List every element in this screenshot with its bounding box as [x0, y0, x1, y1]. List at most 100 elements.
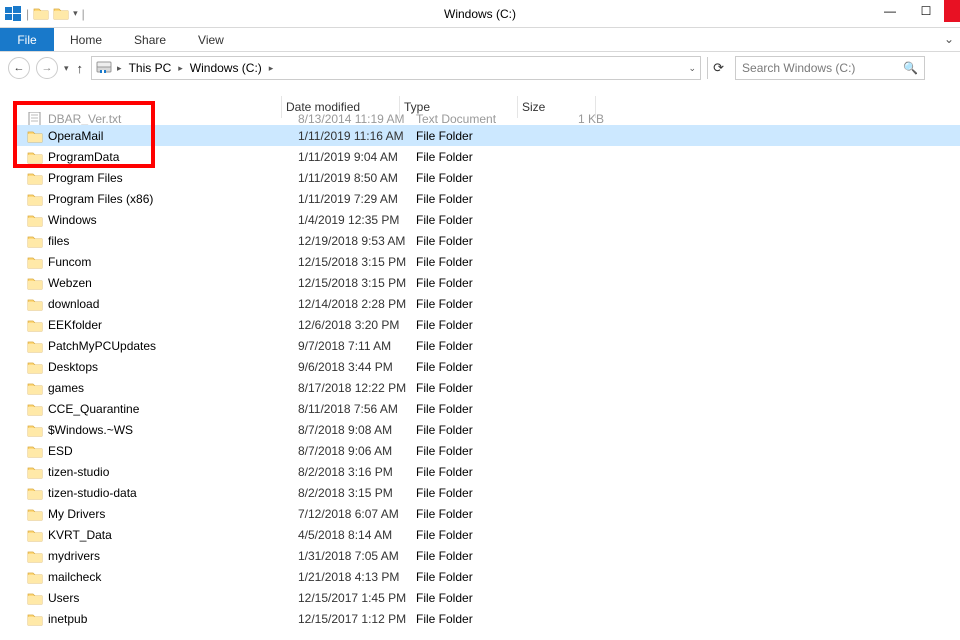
address-bar[interactable]: ▸ This PC ▸ Windows (C:) ▸ ⌄ — [91, 56, 701, 80]
file-row[interactable]: ESD8/7/2018 9:06 AMFile Folder — [16, 440, 960, 461]
file-type: File Folder — [416, 213, 534, 227]
folder-icon — [26, 442, 44, 460]
file-row[interactable]: My Drivers7/12/2018 6:07 AMFile Folder — [16, 503, 960, 524]
file-date: 1/11/2019 8:50 AM — [298, 171, 416, 185]
history-dropdown-icon[interactable]: ▾ — [64, 63, 69, 74]
file-date: 8/2/2018 3:16 PM — [298, 465, 416, 479]
file-row[interactable]: mydrivers1/31/2018 7:05 AMFile Folder — [16, 545, 960, 566]
file-type: File Folder — [416, 276, 534, 290]
file-row[interactable]: mailcheck1/21/2018 4:13 PMFile Folder — [16, 566, 960, 587]
chevron-right-icon[interactable]: ▸ — [266, 63, 277, 74]
folder-icon — [26, 337, 44, 355]
file-type: File Folder — [416, 234, 534, 248]
file-name: Windows — [48, 213, 298, 227]
file-type: File Folder — [416, 360, 534, 374]
file-date: 8/17/2018 12:22 PM — [298, 381, 416, 395]
file-row[interactable]: CCE_Quarantine8/11/2018 7:56 AMFile Fold… — [16, 398, 960, 419]
folder-icon — [26, 127, 44, 145]
file-row[interactable]: OperaMail1/11/2019 11:16 AMFile Folder — [16, 125, 960, 146]
file-row[interactable]: inetpub12/15/2017 1:12 PMFile Folder — [16, 608, 960, 629]
file-row[interactable]: Desktops9/6/2018 3:44 PMFile Folder — [16, 356, 960, 377]
close-button[interactable] — [944, 0, 960, 22]
file-type: File Folder — [416, 255, 534, 269]
up-button[interactable]: ↑ — [75, 61, 86, 76]
view-tab[interactable]: View — [182, 28, 240, 51]
folder-icon — [26, 568, 44, 586]
file-name: tizen-studio-data — [48, 486, 298, 500]
file-name: KVRT_Data — [48, 528, 298, 542]
properties-icon[interactable] — [33, 5, 51, 23]
quick-access-toolbar: | ▾ | — [0, 5, 87, 23]
file-date: 9/7/2018 7:11 AM — [298, 339, 416, 353]
search-input[interactable]: Search Windows (C:) 🔍 — [735, 56, 925, 80]
window-controls: — ☐ — [872, 0, 960, 22]
file-name: download — [48, 297, 298, 311]
file-row[interactable]: files12/19/2018 9:53 AMFile Folder — [16, 230, 960, 251]
file-row[interactable]: EEKfolder12/6/2018 3:20 PMFile Folder — [16, 314, 960, 335]
folder-icon — [26, 400, 44, 418]
file-name: ESD — [48, 444, 298, 458]
file-row[interactable]: ProgramData1/11/2019 9:04 AMFile Folder — [16, 146, 960, 167]
file-row[interactable]: Program Files1/11/2019 8:50 AMFile Folde… — [16, 167, 960, 188]
file-type: File Folder — [416, 339, 534, 353]
folder-icon — [26, 421, 44, 439]
breadcrumb-this-pc[interactable]: This PC — [127, 61, 174, 75]
file-row[interactable]: KVRT_Data4/5/2018 8:14 AMFile Folder — [16, 524, 960, 545]
file-row[interactable]: tizen-studio8/2/2018 3:16 PMFile Folder — [16, 461, 960, 482]
ribbon-expand-icon[interactable]: ⌄ — [944, 32, 954, 46]
file-tab[interactable]: File — [0, 28, 54, 51]
file-list-pane[interactable]: Date modified Type Size DBAR_Ver.txt 8/1… — [16, 84, 960, 640]
file-row[interactable]: Funcom12/15/2018 3:15 PMFile Folder — [16, 251, 960, 272]
chevron-right-icon[interactable]: ▸ — [175, 63, 186, 74]
text-file-icon — [26, 112, 44, 125]
file-name: games — [48, 381, 298, 395]
file-type: File Folder — [416, 381, 534, 395]
file-row[interactable]: Windows1/4/2019 12:35 PMFile Folder — [16, 209, 960, 230]
folder-icon — [26, 232, 44, 250]
home-tab[interactable]: Home — [54, 28, 118, 51]
file-row[interactable]: PatchMyPCUpdates9/7/2018 7:11 AMFile Fol… — [16, 335, 960, 356]
file-name: Users — [48, 591, 298, 605]
file-type: File Folder — [416, 444, 534, 458]
file-row[interactable]: Webzen12/15/2018 3:15 PMFile Folder — [16, 272, 960, 293]
file-name: $Windows.~WS — [48, 423, 298, 437]
back-button[interactable]: ← — [8, 57, 30, 79]
chevron-right-icon[interactable]: ▸ — [114, 63, 125, 74]
folder-icon — [26, 505, 44, 523]
file-type: File Folder — [416, 402, 534, 416]
file-type: File Folder — [416, 171, 534, 185]
maximize-button[interactable]: ☐ — [908, 0, 944, 22]
file-name: CCE_Quarantine — [48, 402, 298, 416]
address-dropdown-icon[interactable]: ⌄ — [688, 63, 696, 74]
file-row[interactable]: games8/17/2018 12:22 PMFile Folder — [16, 377, 960, 398]
file-date: 9/6/2018 3:44 PM — [298, 360, 416, 374]
minimize-button[interactable]: — — [872, 0, 908, 22]
file-date: 12/15/2018 3:15 PM — [298, 276, 416, 290]
folder-icon — [26, 463, 44, 481]
refresh-button[interactable]: ⟳ — [707, 57, 729, 79]
file-date: 8/7/2018 9:08 AM — [298, 423, 416, 437]
file-row[interactable]: download12/14/2018 2:28 PMFile Folder — [16, 293, 960, 314]
navigation-pane[interactable] — [0, 84, 16, 640]
file-row[interactable]: Program Files (x86)1/11/2019 7:29 AMFile… — [16, 188, 960, 209]
file-row[interactable]: Users12/15/2017 1:45 PMFile Folder — [16, 587, 960, 608]
file-row[interactable]: tizen-studio-data8/2/2018 3:15 PMFile Fo… — [16, 482, 960, 503]
folder-icon — [26, 484, 44, 502]
file-row[interactable]: $Windows.~WS8/7/2018 9:08 AMFile Folder — [16, 419, 960, 440]
file-rows: DBAR_Ver.txt 8/13/2014 11:19 AM Text Doc… — [16, 112, 960, 640]
file-date: 8/13/2014 11:19 AM — [298, 112, 416, 125]
file-size: 1 KB — [534, 112, 612, 125]
file-date: 1/11/2019 11:16 AM — [298, 129, 416, 143]
forward-button[interactable]: → — [36, 57, 58, 79]
folder-icon — [26, 526, 44, 544]
folder-icon — [26, 274, 44, 292]
qat-dropdown-icon[interactable]: ▾ — [73, 8, 78, 19]
file-type: File Folder — [416, 528, 534, 542]
search-icon: 🔍 — [903, 61, 918, 75]
file-type: File Folder — [416, 150, 534, 164]
breadcrumb-drive[interactable]: Windows (C:) — [188, 61, 264, 75]
share-tab[interactable]: Share — [118, 28, 182, 51]
file-type: File Folder — [416, 612, 534, 626]
file-row-partial[interactable]: DBAR_Ver.txt 8/13/2014 11:19 AM Text Doc… — [16, 112, 960, 125]
new-folder-icon[interactable] — [53, 5, 71, 23]
